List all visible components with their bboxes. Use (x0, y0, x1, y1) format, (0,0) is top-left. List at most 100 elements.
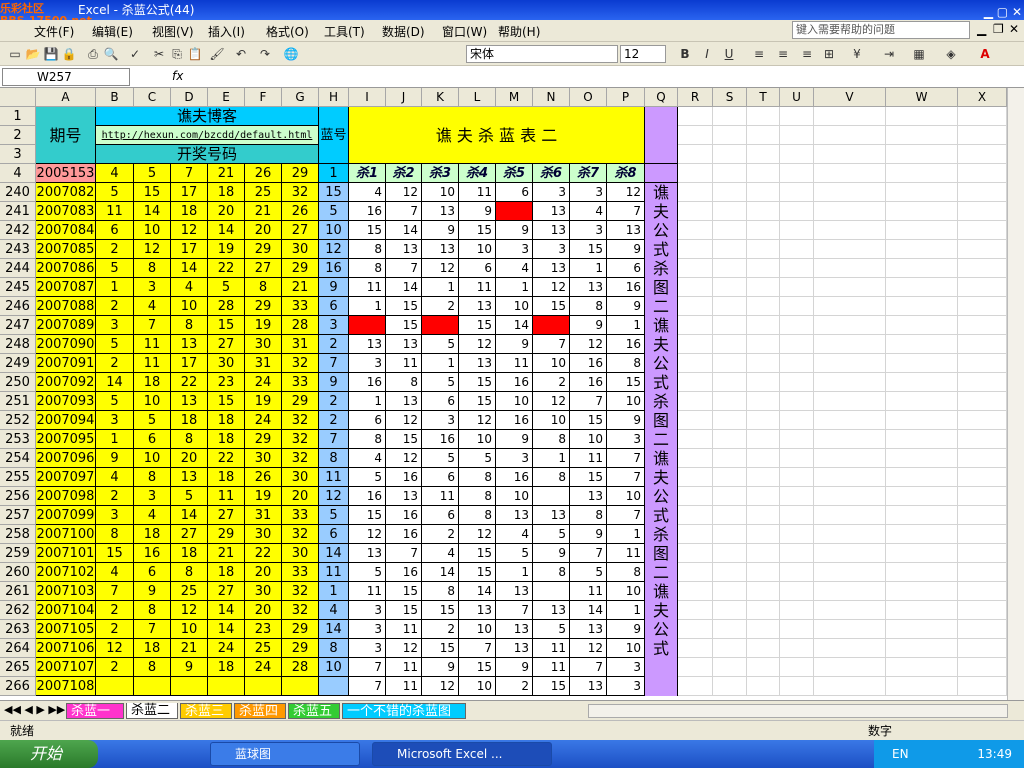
table-cell[interactable]: 3 (349, 639, 386, 658)
empty-cell[interactable] (958, 620, 1007, 639)
table-cell[interactable]: 13 (533, 259, 570, 278)
table-cell[interactable]: 9 (459, 202, 496, 221)
column-header-n[interactable]: N (533, 88, 570, 107)
row-header[interactable]: 264 (0, 639, 36, 658)
table-cell[interactable]: 15 (459, 373, 496, 392)
empty-cell[interactable] (958, 164, 1007, 183)
table-cell[interactable]: 12 (319, 487, 349, 506)
empty-cell[interactable] (780, 601, 814, 620)
table-cell[interactable]: 1 (570, 259, 607, 278)
column-header-f[interactable]: F (245, 88, 282, 107)
table-cell[interactable]: 3 (134, 278, 171, 297)
table-cell[interactable]: 2 (319, 335, 349, 354)
table-cell[interactable]: 6 (422, 392, 459, 411)
table-cell[interactable]: 5 (349, 563, 386, 582)
table-cell[interactable]: 12 (386, 183, 422, 202)
table-cell[interactable]: 7 (607, 449, 645, 468)
table-cell[interactable]: 15 (208, 392, 245, 411)
table-cell[interactable]: 3 (134, 487, 171, 506)
table-cell[interactable]: 29 (282, 259, 319, 278)
empty-cell[interactable] (678, 278, 713, 297)
empty-cell[interactable] (886, 183, 958, 202)
column-header-r[interactable]: R (678, 88, 713, 107)
vertical-scrollbar[interactable] (1007, 88, 1024, 700)
empty-cell[interactable] (780, 221, 814, 240)
empty-cell[interactable] (678, 373, 713, 392)
empty-cell[interactable] (958, 658, 1007, 677)
empty-cell[interactable] (780, 354, 814, 373)
table-cell[interactable]: 13 (570, 677, 607, 696)
table-cell[interactable]: 5 (319, 506, 349, 525)
column-header-t[interactable]: T (747, 88, 780, 107)
table-cell[interactable] (282, 677, 319, 696)
table-cell[interactable]: 9 (422, 221, 459, 240)
empty-cell[interactable] (958, 183, 1007, 202)
table-cell[interactable]: 1 (496, 278, 533, 297)
table-cell[interactable]: 5 (96, 392, 134, 411)
table-cell[interactable]: 12 (96, 639, 134, 658)
table-cell[interactable]: 32 (282, 582, 319, 601)
empty-cell[interactable] (958, 373, 1007, 392)
empty-cell[interactable] (780, 392, 814, 411)
help-search-input[interactable]: 键入需要帮助的问题 (792, 21, 970, 39)
row-header[interactable]: 1 (0, 107, 36, 126)
table-cell[interactable]: 5 (96, 259, 134, 278)
table-cell[interactable]: 32 (282, 449, 319, 468)
table-cell[interactable]: 2007098 (36, 487, 96, 506)
table-cell[interactable]: 27 (208, 506, 245, 525)
table-cell[interactable]: 8 (607, 354, 645, 373)
table-cell[interactable]: 2007101 (36, 544, 96, 563)
table-cell[interactable]: 12 (422, 259, 459, 278)
empty-cell[interactable] (713, 373, 747, 392)
table-cell[interactable]: 21 (245, 202, 282, 221)
redo-icon[interactable]: ↷ (256, 45, 274, 63)
sheet-tab[interactable]: 杀蓝五 (288, 703, 340, 719)
table-cell[interactable]: 15 (459, 658, 496, 677)
empty-cell[interactable] (747, 487, 780, 506)
empty-cell[interactable] (678, 392, 713, 411)
empty-cell[interactable] (886, 354, 958, 373)
table-cell[interactable]: 15 (386, 316, 422, 335)
table-cell[interactable]: 18 (208, 468, 245, 487)
table-cell[interactable]: 11 (134, 354, 171, 373)
table-cell[interactable]: 11 (386, 677, 422, 696)
empty-cell[interactable] (958, 297, 1007, 316)
paste-icon[interactable]: 📋 (186, 45, 204, 63)
table-cell[interactable]: 25 (245, 639, 282, 658)
row-header[interactable]: 257 (0, 506, 36, 525)
table-cell[interactable]: 1 (422, 278, 459, 297)
table-cell[interactable]: 29 (245, 297, 282, 316)
table-cell[interactable]: 32 (282, 354, 319, 373)
table-cell[interactable]: 7 (570, 658, 607, 677)
empty-cell[interactable] (958, 278, 1007, 297)
table-cell[interactable]: 13 (349, 335, 386, 354)
table-cell[interactable]: 32 (282, 430, 319, 449)
table-cell[interactable]: 9 (607, 240, 645, 259)
table-cell[interactable]: 14 (496, 316, 533, 335)
empty-cell[interactable] (814, 354, 886, 373)
column-header-s[interactable]: S (713, 88, 747, 107)
table-cell[interactable]: 9 (319, 373, 349, 392)
row-header[interactable]: 243 (0, 240, 36, 259)
empty-cell[interactable] (713, 164, 747, 183)
table-cell[interactable]: 8 (570, 506, 607, 525)
table-cell[interactable]: 7 (349, 658, 386, 677)
table-cell[interactable]: 10 (319, 658, 349, 677)
table-cell[interactable]: 5 (96, 335, 134, 354)
empty-cell[interactable] (886, 563, 958, 582)
table-cell[interactable]: 2007104 (36, 601, 96, 620)
empty-cell[interactable] (747, 335, 780, 354)
table-cell[interactable]: 29 (282, 639, 319, 658)
table-cell[interactable]: 8 (533, 430, 570, 449)
row-header[interactable]: 252 (0, 411, 36, 430)
table-cell[interactable]: 7 (459, 639, 496, 658)
empty-cell[interactable] (886, 430, 958, 449)
table-cell[interactable]: 2007095 (36, 430, 96, 449)
table-cell[interactable]: 10 (171, 620, 208, 639)
table-cell[interactable]: 30 (245, 335, 282, 354)
table-cell[interactable]: 6 (134, 563, 171, 582)
table-cell[interactable]: 28 (282, 316, 319, 335)
empty-cell[interactable] (814, 506, 886, 525)
empty-cell[interactable] (713, 392, 747, 411)
table-cell[interactable]: 17 (171, 354, 208, 373)
